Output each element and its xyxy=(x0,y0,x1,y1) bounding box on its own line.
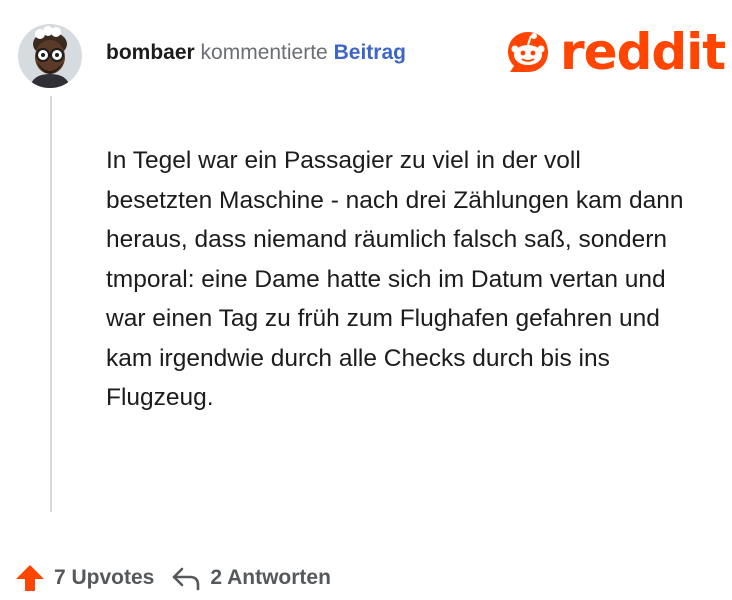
avatar[interactable] xyxy=(18,24,82,88)
reddit-wordmark: reddit xyxy=(560,23,726,81)
reply-count: 2 Antworten xyxy=(210,566,331,589)
comment-header: bombaer kommentierte Beitrag xyxy=(106,40,406,66)
post-link[interactable]: Beitrag xyxy=(334,41,406,64)
reply-button[interactable]: 2 Antworten xyxy=(170,563,331,593)
username[interactable]: bombaer xyxy=(106,41,195,64)
avatar-image xyxy=(18,24,82,88)
upvote-count: 7 Upvotes xyxy=(54,566,155,589)
thread-line[interactable] xyxy=(50,96,52,512)
upvote-button[interactable]: 7 Upvotes xyxy=(14,563,154,593)
upvote-arrow-icon[interactable] xyxy=(14,563,46,593)
reply-arrow-icon xyxy=(173,567,200,591)
comment-body: In Tegel war ein Passagier zu viel in de… xyxy=(106,147,684,411)
action-text: kommentierte xyxy=(200,41,328,64)
reddit-snoo-icon xyxy=(508,32,548,72)
comment-actions: 7 Upvotes 2 Antworten xyxy=(14,562,331,594)
reddit-logo: reddit xyxy=(500,23,726,81)
